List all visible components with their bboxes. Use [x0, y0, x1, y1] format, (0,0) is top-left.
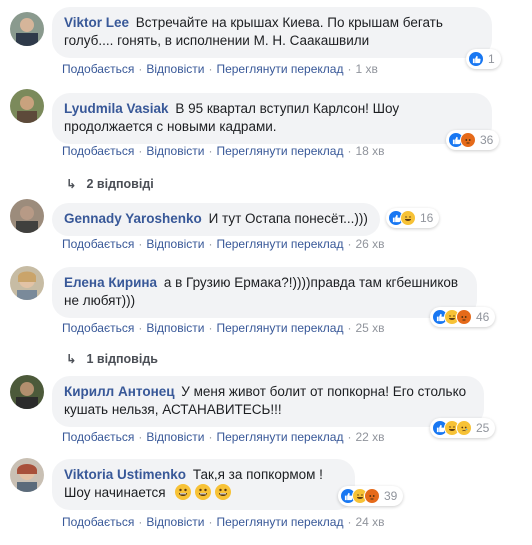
translate-link[interactable]: Переглянути переклад: [216, 62, 343, 76]
like-link[interactable]: Подобається: [62, 62, 134, 76]
sad-reaction-icon: [456, 420, 472, 436]
like-link[interactable]: Подобається: [62, 321, 134, 335]
comment-author[interactable]: Gennady Yaroshenko: [64, 211, 202, 226]
comment-text: И тут Остапа понесёт...))): [208, 211, 368, 226]
replies-count: 1 відповідь: [86, 352, 158, 366]
avatar[interactable]: [10, 89, 44, 123]
reply-arrow-icon: ↳: [66, 177, 77, 191]
reaction-count: 25: [476, 421, 490, 435]
reply-link[interactable]: Відповісти: [146, 515, 204, 529]
translate-link[interactable]: Переглянути переклад: [216, 321, 343, 335]
angry-reaction-icon: [456, 309, 472, 325]
avatar[interactable]: [10, 458, 44, 492]
comment-bubble: Lyudmila Vasiak В 95 квартал вступил Кар…: [52, 93, 492, 144]
comment-actions: Подобається · Відповісти · Переглянути перек…: [62, 515, 385, 529]
comment-bubble: Елена Кирина а в Грузию Ермака?!))))прав…: [52, 267, 477, 318]
replies-count: 2 відповіді: [86, 177, 154, 191]
reaction-count: 1: [488, 52, 495, 66]
avatar[interactable]: [10, 266, 44, 300]
comment-author[interactable]: Lyudmila Vasiak: [64, 101, 169, 116]
reaction-summary[interactable]: 46: [430, 307, 496, 327]
avatar[interactable]: [10, 199, 44, 233]
haha-reaction-icon: [400, 210, 416, 226]
reply-link[interactable]: Відповісти: [146, 237, 204, 251]
like-link[interactable]: Подобається: [62, 515, 134, 529]
angry-reaction-icon: [364, 488, 380, 504]
reply-link[interactable]: Відповісти: [146, 321, 204, 335]
comment-actions: Подобається · Відповісти · Переглянути перек…: [62, 237, 385, 251]
reaction-summary[interactable]: 36: [446, 130, 500, 150]
comment-time[interactable]: 18 хв: [355, 144, 384, 158]
comment-actions: Подобається · Відповісти · Переглянути перек…: [62, 321, 385, 335]
comment-actions: Подобається · Відповісти · Переглянути перек…: [62, 62, 378, 76]
angry-reaction-icon: [460, 132, 476, 148]
reaction-count: 39: [384, 489, 398, 503]
reply-link[interactable]: Відповісти: [146, 144, 204, 158]
view-replies-link[interactable]: ↳ 2 відповіді: [66, 176, 154, 191]
comment-text-line1: Так,я за попкормом !: [192, 467, 323, 482]
like-link[interactable]: Подобається: [62, 430, 134, 444]
comment-actions: Подобається · Відповісти · Переглянути перек…: [62, 430, 385, 444]
like-link[interactable]: Подобається: [62, 144, 134, 158]
comment-time[interactable]: 24 хв: [355, 515, 384, 529]
reaction-summary[interactable]: 1: [466, 49, 501, 69]
translate-link[interactable]: Переглянути переклад: [216, 237, 343, 251]
grin-emoji-icon: [175, 484, 192, 500]
translate-link[interactable]: Переглянути переклад: [216, 515, 343, 529]
comment-time[interactable]: 25 хв: [355, 321, 384, 335]
reaction-summary[interactable]: 39: [338, 486, 404, 506]
comment-author[interactable]: Кирилл Антонец: [64, 384, 175, 399]
comment-actions: Подобається · Відповісти · Переглянути перек…: [62, 144, 385, 158]
grin-emoji-icon: [215, 484, 232, 500]
comment-bubble: Gennady Yaroshenko И тут Остапа понесёт.…: [52, 203, 380, 236]
translate-link[interactable]: Переглянути переклад: [216, 430, 343, 444]
comment-time[interactable]: 22 хв: [355, 430, 384, 444]
comment-bubble: Кирилл Антонец У меня живот болит от поп…: [52, 376, 484, 427]
view-replies-link[interactable]: ↳ 1 відповідь: [66, 351, 158, 366]
reaction-summary[interactable]: 25: [430, 418, 496, 438]
avatar[interactable]: [10, 375, 44, 409]
like-link[interactable]: Подобається: [62, 237, 134, 251]
comment-author[interactable]: Елена Кирина: [64, 275, 157, 290]
reply-link[interactable]: Відповісти: [146, 430, 204, 444]
translate-link[interactable]: Переглянути переклад: [216, 144, 343, 158]
reply-arrow-icon: ↳: [66, 352, 77, 366]
comment-bubble: Viktoria Ustimenko Так,я за попкормом ! …: [52, 459, 355, 510]
comment-bubble: Viktor Lee Встречайте на крышах Киева. П…: [52, 7, 492, 58]
comment-time[interactable]: 1 хв: [355, 62, 377, 76]
comment-author[interactable]: Viktoria Ustimenko: [64, 467, 186, 482]
reaction-count: 36: [480, 133, 494, 147]
reply-link[interactable]: Відповісти: [146, 62, 204, 76]
comment-text-line2: Шоу начинается: [64, 485, 166, 500]
reaction-count: 46: [476, 310, 490, 324]
comment-author[interactable]: Viktor Lee: [64, 15, 129, 30]
reaction-count: 16: [420, 211, 434, 225]
reaction-summary[interactable]: 16: [386, 208, 440, 228]
avatar[interactable]: [10, 12, 44, 46]
comment-time[interactable]: 26 хв: [355, 237, 384, 251]
grin-emoji-icon: [195, 484, 212, 500]
like-reaction-icon: [468, 51, 484, 67]
